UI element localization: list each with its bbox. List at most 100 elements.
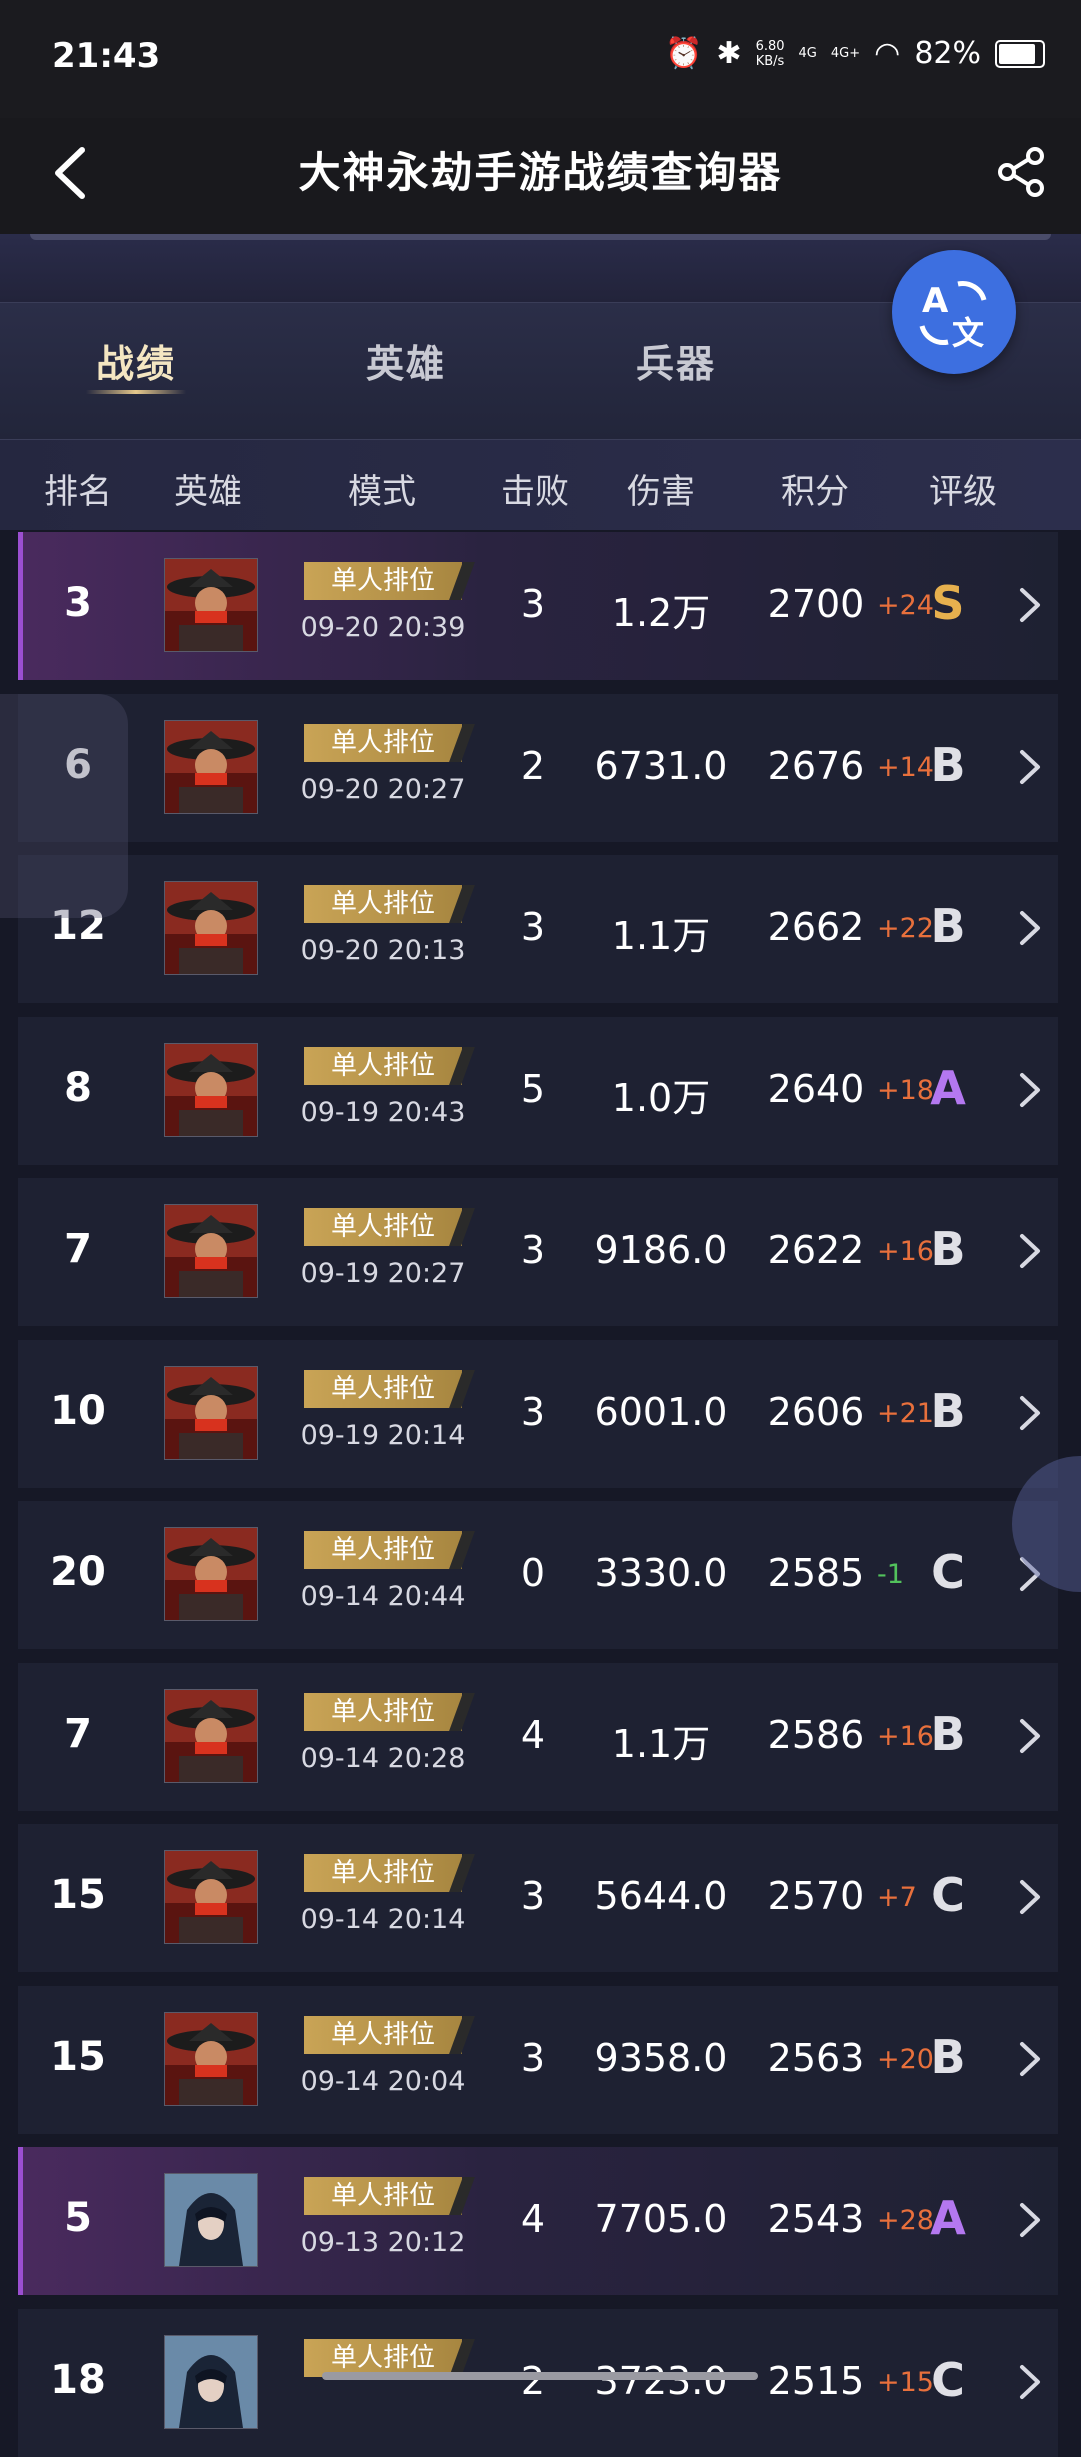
- share-button[interactable]: [991, 142, 1051, 202]
- score-delta: +16: [877, 1236, 934, 1267]
- chevron-right-icon: [1020, 1719, 1040, 1753]
- hero-avatar: [164, 720, 258, 814]
- record-row[interactable]: 6 单人排位 09-20 20:27 2 6731.0 2676 +14 B: [18, 694, 1058, 842]
- home-indicator[interactable]: [322, 2372, 758, 2380]
- chevron-right-icon: [1020, 1396, 1040, 1430]
- damage-value: 3723.0: [594, 2359, 728, 2403]
- net-speed-unit: KB/s: [755, 53, 785, 69]
- match-datetime: 09-14 20:14: [300, 1904, 466, 1935]
- match-datetime: 09-20 20:39: [300, 612, 466, 643]
- record-row[interactable]: 5 单人排位 09-13 20:12 4 7705.0 2543 +28 A: [18, 2147, 1058, 2295]
- record-row[interactable]: 20 单人排位 09-14 20:44 0 3330.0 2585 -1 C: [18, 1501, 1058, 1649]
- signal-2: 4G+: [830, 46, 861, 61]
- damage-value: 9358.0: [594, 2036, 728, 2080]
- record-row[interactable]: 7 单人排位 09-14 20:28 4 1.1万 2586 +16 B: [18, 1663, 1058, 1811]
- rank-value: 15: [50, 2034, 106, 2080]
- kills-value: 4: [520, 1713, 546, 1757]
- mode-badge: 单人排位: [304, 1693, 462, 1731]
- score-delta: +20: [877, 2044, 934, 2075]
- header-score: 积分: [781, 472, 849, 512]
- chevron-right-icon: [1020, 750, 1040, 784]
- mode-badge: 单人排位: [304, 885, 462, 923]
- damage-value: 6001.0: [594, 1390, 728, 1434]
- hero-avatar: [164, 2335, 258, 2429]
- record-row[interactable]: 15 单人排位 09-14 20:04 3 9358.0 2563 +20 B: [18, 1986, 1058, 2134]
- hero-avatar: [164, 1689, 258, 1783]
- kills-value: 3: [520, 1874, 546, 1918]
- kills-value: 3: [520, 582, 546, 626]
- chevron-right-icon: [1020, 2203, 1040, 2237]
- header-grade: 评级: [929, 472, 997, 512]
- kills-value: 4: [520, 2197, 546, 2241]
- damage-value: 7705.0: [594, 2197, 728, 2241]
- damage-value: 6731.0: [594, 744, 728, 788]
- grade-badge: A: [930, 2191, 966, 2245]
- signal-1: 4G: [798, 46, 817, 61]
- net-speed: 6.80 KB/s: [756, 39, 785, 69]
- damage-value: 5644.0: [594, 1874, 728, 1918]
- header-rank: 排名: [44, 472, 112, 512]
- chevron-right-icon: [1020, 1234, 1040, 1268]
- score-value: 2543: [767, 2197, 865, 2241]
- kills-value: 3: [520, 2036, 546, 2080]
- score-value: 2662: [767, 905, 865, 949]
- battery-icon: [995, 39, 1045, 68]
- rank-value: 3: [64, 580, 92, 626]
- record-row[interactable]: 8 单人排位 09-19 20:43 5 1.0万 2640 +18 A: [18, 1017, 1058, 1165]
- net-speed-value: 6.80: [755, 38, 785, 54]
- status-icons: ⏰ ✱ 6.80 KB/s 4G 4G+ ◠ 82%: [665, 36, 1045, 71]
- score-value: 2606: [767, 1390, 865, 1434]
- chevron-right-icon: [1020, 1073, 1040, 1107]
- score-value: 2570: [767, 1874, 865, 1918]
- match-datetime: 09-14 20:44: [300, 1581, 466, 1612]
- header-kills: 击败: [501, 472, 569, 512]
- hero-avatar: [164, 558, 258, 652]
- score-delta: +24: [877, 590, 934, 621]
- tab-weapons[interactable]: 兵器: [636, 333, 716, 388]
- rank-value: 7: [64, 1226, 92, 1272]
- floating-side-handle[interactable]: [0, 694, 128, 918]
- damage-value: 1.0万: [611, 1076, 711, 1120]
- grade-badge: A: [930, 1061, 966, 1115]
- hero-avatar: [164, 1043, 258, 1137]
- record-row[interactable]: 3 单人排位 09-20 20:39 3 1.2万 2700 +24 S: [18, 532, 1058, 680]
- rank-value: 5: [64, 2195, 92, 2241]
- damage-value: 3330.0: [594, 1551, 728, 1595]
- match-datetime: 09-20 20:13: [300, 935, 466, 966]
- score-delta: +16: [877, 1721, 934, 1752]
- translate-button[interactable]: A 文: [892, 250, 1016, 374]
- match-datetime: 09-14 20:28: [300, 1743, 466, 1774]
- translate-icon: A 文: [919, 281, 987, 352]
- record-row[interactable]: 12 单人排位 09-20 20:13 3 1.1万 2662 +22 B: [18, 855, 1058, 1003]
- match-datetime: 09-19 20:43: [300, 1097, 466, 1128]
- match-datetime: 09-13 20:12: [300, 2227, 466, 2258]
- score-delta: +18: [877, 1075, 934, 1106]
- header-mode: 模式: [348, 472, 416, 512]
- record-row[interactable]: 18 单人排位 2 3723.0 2515 +15 C: [18, 2309, 1058, 2457]
- tab-record[interactable]: 战绩: [96, 333, 176, 388]
- score-value: 2585: [767, 1551, 865, 1595]
- hero-avatar: [164, 1204, 258, 1298]
- chevron-right-icon: [1020, 588, 1040, 622]
- kills-value: 3: [520, 905, 546, 949]
- active-tab-indicator: [86, 390, 186, 394]
- score-delta: -1: [877, 1559, 904, 1590]
- mode-badge: 单人排位: [304, 1208, 462, 1246]
- hero-avatar: [164, 2012, 258, 2106]
- page-title: 大神永劫手游战绩查询器: [298, 148, 783, 197]
- wifi-icon: ◠: [874, 36, 901, 71]
- tab-heroes[interactable]: 英雄: [366, 333, 446, 388]
- score-value: 2676: [767, 744, 865, 788]
- chevron-right-icon: [1020, 1880, 1040, 1914]
- mode-badge: 单人排位: [304, 1854, 462, 1892]
- hero-avatar: [164, 1850, 258, 1944]
- record-row[interactable]: 10 单人排位 09-19 20:14 3 6001.0 2606 +21 B: [18, 1340, 1058, 1488]
- record-row[interactable]: 15 单人排位 09-14 20:14 3 5644.0 2570 +7 C: [18, 1824, 1058, 1972]
- battery-percent: 82%: [914, 36, 981, 71]
- score-value: 2622: [767, 1228, 865, 1272]
- record-row[interactable]: 7 单人排位 09-19 20:27 3 9186.0 2622 +16 B: [18, 1178, 1058, 1326]
- alarm-icon: ⏰: [665, 36, 703, 71]
- score-value: 2640: [767, 1067, 865, 1111]
- score-value: 2515: [767, 2359, 865, 2403]
- kills-value: 2: [520, 744, 546, 788]
